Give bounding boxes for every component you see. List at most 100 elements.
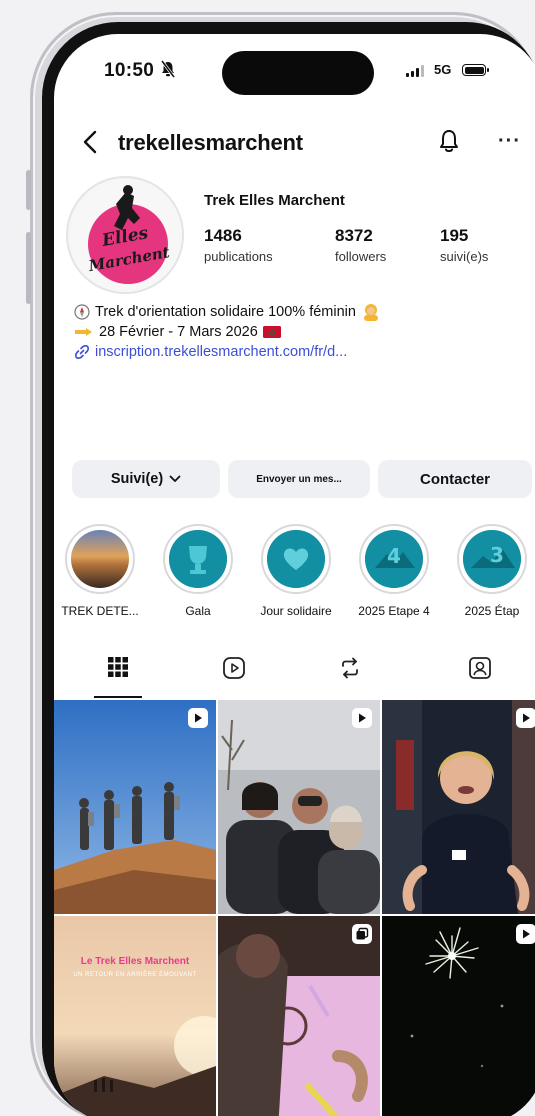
- tab-tagged[interactable]: [432, 652, 528, 700]
- stat-label: suivi(e)s: [440, 249, 489, 264]
- post-sunrise-title[interactable]: Le Trek Elles Marchent UN RETOUR EN ARRI…: [54, 916, 216, 1116]
- heart-hands-icon: [267, 530, 325, 588]
- avatar-logo: Elles Marchent: [69, 179, 182, 292]
- status-bar: 10:50 5G: [54, 34, 535, 108]
- highlight-item[interactable]: 4 2025 Etape 4: [348, 524, 440, 618]
- stat-label: followers: [335, 249, 387, 264]
- tagged-icon: [469, 657, 491, 679]
- stat-publications[interactable]: 1486 publications: [204, 226, 273, 264]
- pointing-hand-icon: [75, 328, 92, 336]
- phone-side-button: [26, 170, 31, 210]
- stage-3-icon: 3: [463, 530, 521, 588]
- stat-label: publications: [204, 249, 273, 264]
- post-thumbnail: [382, 916, 535, 1116]
- link-icon: [75, 345, 89, 359]
- highlight-item[interactable]: TREK DETE...: [54, 524, 146, 618]
- highlight-cover: [267, 530, 325, 588]
- highlight-cover: [169, 530, 227, 588]
- contact-button-label: Contacter: [419, 470, 490, 488]
- post-women-winter[interactable]: [218, 700, 380, 914]
- post-subcaption: UN RETOUR EN ARRIÈRE ÉMOUVANT: [73, 972, 197, 978]
- post-caption: Le Trek Elles Marchent: [80, 956, 190, 967]
- highlight-cover: [71, 530, 129, 588]
- bio-line-1: Trek d'orientation solidaire 100% fémini…: [95, 304, 356, 320]
- post-woman-speaking[interactable]: [382, 700, 535, 914]
- tab-grid[interactable]: [70, 652, 166, 700]
- stat-value: 1486: [204, 226, 242, 245]
- more-options-icon[interactable]: ···: [498, 130, 521, 153]
- compass-icon: [74, 304, 90, 320]
- post-desert-hikers[interactable]: [54, 700, 216, 914]
- women-emoji-icon: [363, 304, 378, 321]
- reel-badge-icon: [352, 708, 372, 728]
- grid-icon: [108, 657, 128, 677]
- phone-side-button: [26, 232, 31, 304]
- chevron-down-icon: [169, 475, 181, 482]
- highlight-label: Jour solidaire: [260, 604, 332, 618]
- morocco-flag-icon: [262, 326, 281, 338]
- post-thumbnail: [54, 700, 216, 914]
- post-fireworks[interactable]: [382, 916, 535, 1116]
- reel-badge-icon: [516, 708, 535, 728]
- highlight-cover: 3: [463, 530, 521, 588]
- signal-icon: [406, 65, 424, 77]
- highlight-item[interactable]: Gala: [152, 524, 244, 618]
- back-arrow-icon[interactable]: [82, 130, 98, 154]
- post-map-reading[interactable]: [218, 916, 380, 1116]
- message-button-label: Envoyer un mes...: [256, 473, 342, 485]
- highlight-ring: [261, 524, 331, 594]
- follow-button[interactable]: Suivi(e): [72, 460, 220, 498]
- profile-bio: Trek d'orientation solidaire 100% fémini…: [74, 302, 524, 362]
- stat-followers[interactable]: 8372 followers: [335, 226, 386, 264]
- active-tab-indicator: [94, 696, 142, 698]
- highlight-cover: 4: [365, 530, 423, 588]
- reel-badge-icon: [516, 924, 535, 944]
- profile-stats: 1486 publications 8372 followers 195 sui…: [204, 226, 524, 270]
- contact-button[interactable]: Contacter: [378, 460, 532, 498]
- highlight-label: 2025 Étap: [464, 604, 520, 618]
- tab-reposts[interactable]: [302, 652, 398, 700]
- carousel-badge-icon: [352, 924, 372, 944]
- highlight-label: Gala: [185, 604, 211, 618]
- avatar[interactable]: Elles Marchent: [66, 176, 184, 294]
- reposts-icon: [342, 657, 358, 679]
- battery-icon: [462, 64, 489, 76]
- phone-screen: 10:50 5G trekellesmarchent ··· Elles Mar…: [54, 34, 535, 1116]
- highlight-ring: [163, 524, 233, 594]
- highlight-ring: 3: [457, 524, 527, 594]
- post-thumbnail: [54, 916, 216, 1116]
- bell-off-icon: [160, 60, 176, 78]
- bell-icon[interactable]: [438, 128, 460, 154]
- stat-value: 8372: [335, 226, 373, 245]
- highlight-item[interactable]: Jour solidaire: [250, 524, 342, 618]
- profile-tabs: [54, 652, 535, 702]
- highlight-label: TREK DETE...: [61, 604, 139, 618]
- profile-actions: Suivi(e) Envoyer un mes... Contacter: [72, 460, 532, 498]
- reels-icon: [223, 657, 245, 679]
- stat-value: 195: [440, 226, 469, 245]
- story-highlights: TREK DETE... Gala Jour solidaire 4 2025 …: [54, 524, 535, 634]
- trophy-icon: [169, 530, 227, 588]
- highlight-ring: 4: [359, 524, 429, 594]
- message-button[interactable]: Envoyer un mes...: [228, 460, 370, 498]
- tab-reels[interactable]: [186, 652, 282, 700]
- stage-4-icon: 4: [365, 530, 423, 588]
- stat-following[interactable]: 195 suivi(e)s: [440, 226, 488, 264]
- follow-button-label: Suivi(e): [110, 471, 164, 487]
- bio-link[interactable]: inscription.trekellesmarchent.com/fr/d..…: [95, 342, 347, 362]
- status-time: 10:50: [104, 60, 155, 81]
- display-name: Trek Elles Marchent: [204, 192, 345, 209]
- reel-badge-icon: [188, 708, 208, 728]
- bio-line-2: 28 Février - 7 Mars 2026: [99, 324, 258, 340]
- page-title: trekellesmarchent: [118, 130, 303, 155]
- highlight-ring: [65, 524, 135, 594]
- profile-header: trekellesmarchent ···: [54, 122, 535, 162]
- dynamic-island: [222, 51, 374, 95]
- post-thumbnail: [382, 700, 535, 914]
- svg-text:4: 4: [387, 544, 401, 568]
- post-thumbnail: [218, 916, 380, 1116]
- network-label: 5G: [434, 62, 452, 77]
- highlight-item[interactable]: 3 2025 Étap: [446, 524, 535, 618]
- highlight-label: 2025 Etape 4: [358, 604, 430, 618]
- post-thumbnail: [218, 700, 380, 914]
